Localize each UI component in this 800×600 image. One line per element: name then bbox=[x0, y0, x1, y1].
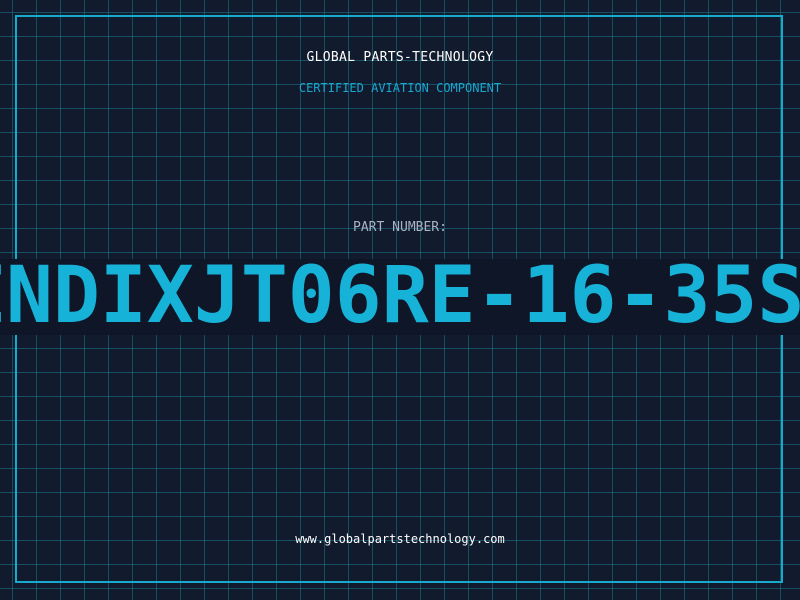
website-link[interactable]: www.globalpartstechnology.com bbox=[0, 531, 800, 547]
part-number-label: PART NUMBER: bbox=[353, 220, 447, 235]
company-name: GLOBAL PARTS-TECHNOLOGY bbox=[306, 50, 494, 65]
part-number-value: BENDIXJT06RE-16-35S-014 bbox=[0, 259, 800, 335]
part-card: GLOBAL PARTS-TECHNOLOGY CERTIFIED AVIATI… bbox=[0, 0, 800, 600]
part-number-band: BENDIXJT06RE-16-35S-014 bbox=[0, 259, 800, 335]
certification-subtitle: CERTIFIED AVIATION COMPONENT bbox=[298, 81, 502, 95]
